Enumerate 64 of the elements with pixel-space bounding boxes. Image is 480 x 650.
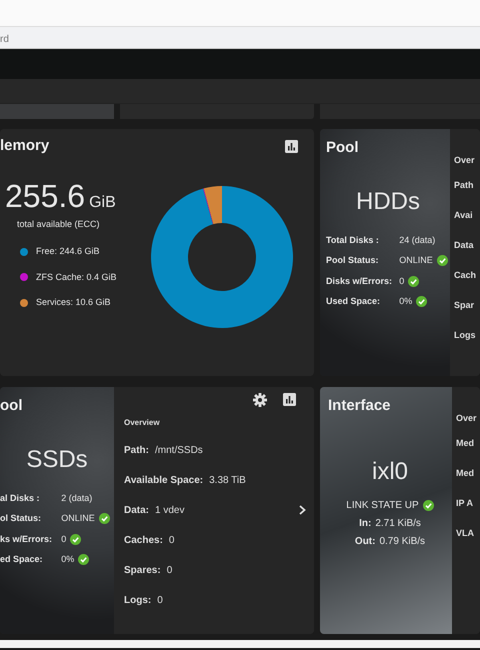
stat-value: ONLINE (399, 254, 433, 267)
interface-name: ixl0 (370, 456, 409, 486)
stat-label: ol Status: (0, 512, 42, 525)
stat-value: 0 (399, 274, 404, 288)
overview-label: Logs (454, 329, 476, 342)
overview-label: Spares: (124, 564, 161, 578)
card-title: Pool (326, 138, 360, 158)
legend-label: Services: 10.6 GiB (36, 296, 111, 309)
overview-label: Path (454, 179, 474, 192)
overview-label: Data: (124, 504, 150, 518)
overview-label: Med (456, 467, 474, 480)
overview-value: /mnt/SSDs (155, 444, 203, 458)
stat-value: 0 (61, 532, 66, 546)
card-title: Interface (328, 396, 392, 416)
stat-value: 0% (399, 295, 412, 308)
memory-unit: GiB (89, 194, 116, 212)
overview-label: Spar (454, 299, 474, 312)
overview-value: 0 (166, 564, 172, 578)
address-text: rd (0, 34, 9, 45)
overview-label: Over (456, 412, 477, 426)
pool-name: HDDs (355, 186, 421, 216)
overview-label: Data (454, 239, 474, 252)
stat-value: 24 (data) (399, 234, 436, 247)
stat-value: 2 (data) (61, 492, 92, 505)
memory-total: 255.6 (5, 180, 86, 212)
chevron-right-icon[interactable] (299, 505, 306, 515)
overview-value: 1 vdev (155, 504, 184, 518)
legend-label: Free: 244.6 GiB (36, 245, 100, 258)
stat-label: al Disks : (0, 492, 41, 504)
traffic-label: In: (359, 516, 372, 530)
overview-label: VLA (456, 527, 474, 540)
overview-label: Med (456, 437, 474, 450)
overview-label: Over (454, 154, 475, 168)
settings-icon[interactable] (253, 393, 267, 407)
card-title: lemory (0, 136, 50, 156)
stat-value: 0% (61, 553, 74, 566)
traffic-value: 2.71 KiB/s (375, 516, 421, 530)
overview-label: Available Space: (124, 474, 204, 488)
traffic-label: Out: (354, 534, 376, 548)
overview-value: 0 (157, 594, 163, 608)
bar-chart-icon[interactable] (283, 393, 296, 406)
stat-value: ONLINE (61, 512, 95, 525)
overview-label: Logs: (124, 594, 152, 608)
card-title: ool (0, 396, 24, 416)
overview-value: 3.38 TiB (209, 474, 246, 488)
overview-label: Cach (454, 269, 476, 282)
overview-label: Path: (124, 444, 149, 458)
legend-label: ZFS Cache: 0.4 GiB (36, 270, 117, 284)
overview-heading: Overview (124, 417, 161, 429)
overview-value: 0 (168, 534, 174, 548)
stat-label: Used Space: (326, 295, 382, 308)
overview-label: Avai (454, 209, 473, 222)
stat-label: Total Disks : (326, 234, 380, 246)
stat-label: Pool Status: (326, 254, 380, 267)
overview-label: IP A (456, 497, 474, 510)
bar-chart-icon[interactable] (285, 140, 298, 153)
overview-label: Caches: (124, 534, 163, 548)
stat-label: Disks w/Errors: (326, 274, 394, 288)
stat-label: ks w/Errors: (0, 532, 54, 546)
pool-name: SSDs (25, 444, 89, 474)
link-state: LINK STATE UP (346, 498, 419, 512)
traffic-value: 0.79 KiB/s (379, 534, 426, 548)
stat-label: ed Space: (0, 553, 44, 566)
memory-caption: total available (ECC) (17, 218, 101, 231)
